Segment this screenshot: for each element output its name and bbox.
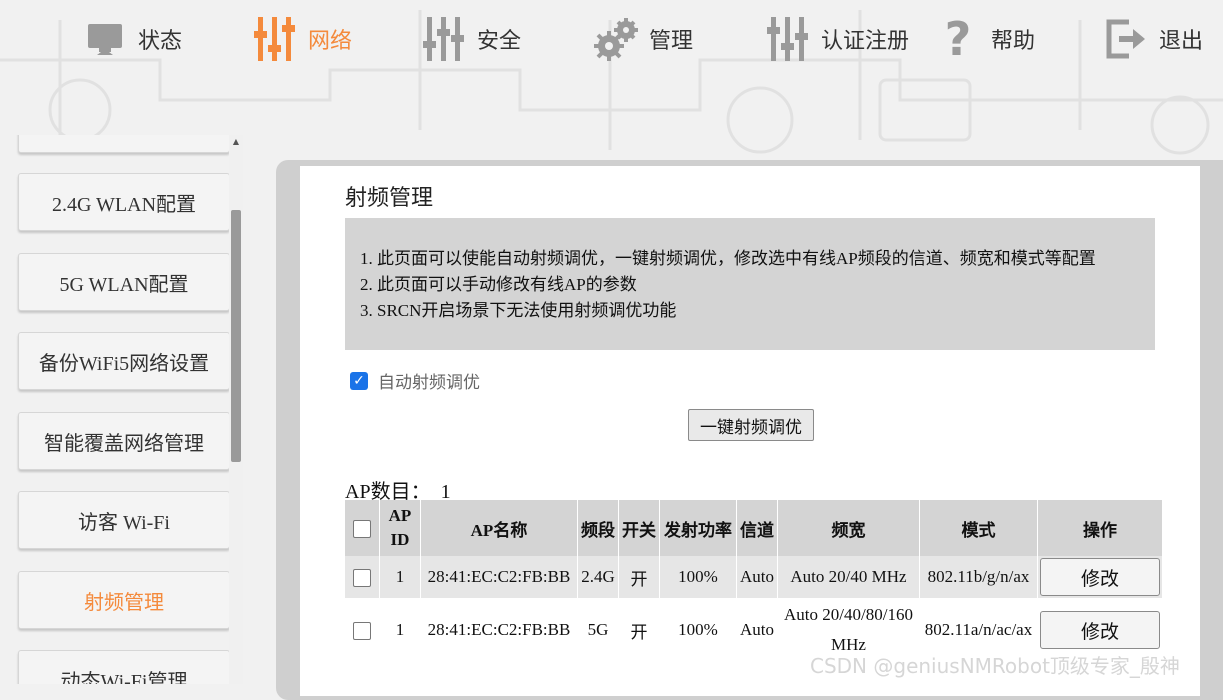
sliders-icon: [765, 16, 811, 62]
ap-table: AP ID AP名称 频段 开关 发射功率 信道 频宽 模式 操作 1 28:4…: [345, 500, 1163, 662]
cell-ap-id: 1: [379, 556, 421, 598]
col-action: 操作: [1037, 500, 1163, 556]
sidebar: 2.4G WLAN配置 5G WLAN配置 备份WiFi5网络设置 智能覆盖网络…: [0, 135, 245, 684]
auto-optimize-row: ✓ 自动射频调优: [350, 368, 480, 393]
sidebar-item-label: 备份WiFi5网络设置: [38, 352, 210, 375]
top-navigation: 状态 网络 安全 管理 认证注册 ? 帮助 退出: [0, 0, 1223, 80]
cell-switch: 开: [618, 556, 660, 598]
edit-button[interactable]: 修改: [1040, 558, 1160, 596]
sidebar-item-label: 智能覆盖网络管理: [44, 432, 204, 455]
note-line: 2. 此页面可以手动修改有线AP的参数: [360, 275, 637, 294]
row-checkbox-cell: [345, 598, 380, 662]
nav-management[interactable]: 管理: [593, 14, 693, 64]
col-power: 发射功率: [659, 500, 737, 556]
nav-status-label: 状态: [138, 29, 183, 54]
nav-auth-register-label: 认证注册: [821, 29, 910, 54]
select-all-header: [345, 500, 380, 556]
watermark: CSDN @geniusNMRobot顶级专家_殷神: [810, 654, 1180, 678]
info-notes: 1. 此页面可以使能自动射频调优，一键射频调优，修改选中有线AP频段的信道、频宽…: [345, 218, 1155, 350]
col-bandwidth: 频宽: [777, 500, 920, 556]
nav-security-label: 安全: [477, 29, 522, 54]
sidebar-item-previous[interactable]: [18, 135, 230, 153]
nav-security[interactable]: 安全: [421, 14, 521, 64]
table-header-row: AP ID AP名称 频段 开关 发射功率 信道 频宽 模式 操作: [345, 500, 1163, 556]
sidebar-item-label: 射频管理: [84, 591, 164, 614]
nav-management-label: 管理: [649, 29, 694, 54]
exit-icon: [1103, 16, 1149, 62]
cell-action: 修改: [1037, 556, 1163, 598]
nav-network-label: 网络: [308, 29, 353, 54]
sliders-icon: [252, 16, 298, 62]
sidebar-item-radio-management[interactable]: 射频管理: [18, 571, 230, 629]
edit-button[interactable]: 修改: [1040, 611, 1160, 649]
cell-ap-name: 28:41:EC:C2:FB:BB: [420, 556, 578, 598]
cell-bandwidth: Auto 20/40 MHz: [777, 556, 920, 598]
sidebar-item-smart-coverage[interactable]: 智能覆盖网络管理: [18, 412, 230, 470]
nav-logout-label: 退出: [1159, 29, 1204, 54]
row-checkbox[interactable]: [353, 622, 371, 641]
col-band: 频段: [577, 500, 619, 556]
cell-band: 5G: [577, 598, 619, 662]
monitor-icon: [82, 16, 128, 62]
question-icon: ?: [944, 12, 972, 66]
sidebar-item-label: 2.4G WLAN配置: [51, 193, 197, 216]
cell-band: 2.4G: [577, 556, 619, 598]
sidebar-item-24g-wlan[interactable]: 2.4G WLAN配置: [18, 173, 230, 231]
col-switch: 开关: [618, 500, 660, 556]
note-line: 3. SRCN开启场景下无法使用射频调优功能: [360, 301, 677, 320]
note-line: 1. 此页面可以使能自动射频调优，一键射频调优，修改选中有线AP频段的信道、频宽…: [360, 249, 1096, 268]
auto-optimize-checkbox[interactable]: ✓: [350, 371, 368, 390]
scroll-up-arrow-icon[interactable]: ▲: [229, 135, 243, 149]
cell-channel: Auto: [736, 598, 778, 662]
sidebar-item-label: 5G WLAN配置: [59, 273, 189, 296]
nav-network[interactable]: 网络: [252, 14, 352, 64]
sidebar-scrollbar[interactable]: ▲: [229, 135, 243, 684]
nav-logout[interactable]: 退出: [1103, 14, 1203, 64]
scrollbar-thumb[interactable]: [231, 210, 241, 462]
auto-optimize-label: 自动射频调优: [378, 373, 480, 393]
cell-mode: 802.11b/g/n/ax: [919, 556, 1038, 598]
cell-ap-name: 28:41:EC:C2:FB:BB: [420, 598, 578, 662]
gears-icon: [593, 16, 639, 62]
nav-help[interactable]: ? 帮助: [935, 14, 1035, 64]
sidebar-item-backup-wifi5[interactable]: 备份WiFi5网络设置: [18, 332, 230, 390]
one-click-optimize-button[interactable]: 一键射频调优: [688, 409, 814, 441]
table-row: 1 28:41:EC:C2:FB:BB 2.4G 开 100% Auto Aut…: [345, 556, 1163, 598]
row-checkbox-cell: [345, 556, 380, 598]
nav-status[interactable]: 状态: [82, 14, 182, 64]
page-title: 射频管理: [345, 186, 434, 211]
sidebar-item-label: 动态Wi-Fi管理: [60, 670, 188, 685]
select-all-checkbox[interactable]: [353, 520, 371, 539]
nav-help-label: 帮助: [991, 29, 1036, 54]
row-checkbox[interactable]: [353, 569, 371, 588]
cell-channel: Auto: [736, 556, 778, 598]
cell-power: 100%: [659, 556, 737, 598]
col-mode: 模式: [919, 500, 1038, 556]
col-channel: 信道: [736, 500, 778, 556]
sidebar-item-5g-wlan[interactable]: 5G WLAN配置: [18, 253, 230, 311]
sliders-icon: [421, 16, 467, 62]
cell-switch: 开: [618, 598, 660, 662]
sidebar-item-guest-wifi[interactable]: 访客 Wi-Fi: [18, 491, 230, 549]
cell-ap-id: 1: [379, 598, 421, 662]
sidebar-item-dynamic-wifi[interactable]: 动态Wi-Fi管理: [18, 650, 230, 684]
cell-power: 100%: [659, 598, 737, 662]
sidebar-item-label: 访客 Wi-Fi: [78, 511, 170, 534]
nav-auth-register[interactable]: 认证注册: [765, 14, 909, 64]
col-ap-id: AP ID: [379, 500, 421, 556]
col-ap-name: AP名称: [420, 500, 578, 556]
